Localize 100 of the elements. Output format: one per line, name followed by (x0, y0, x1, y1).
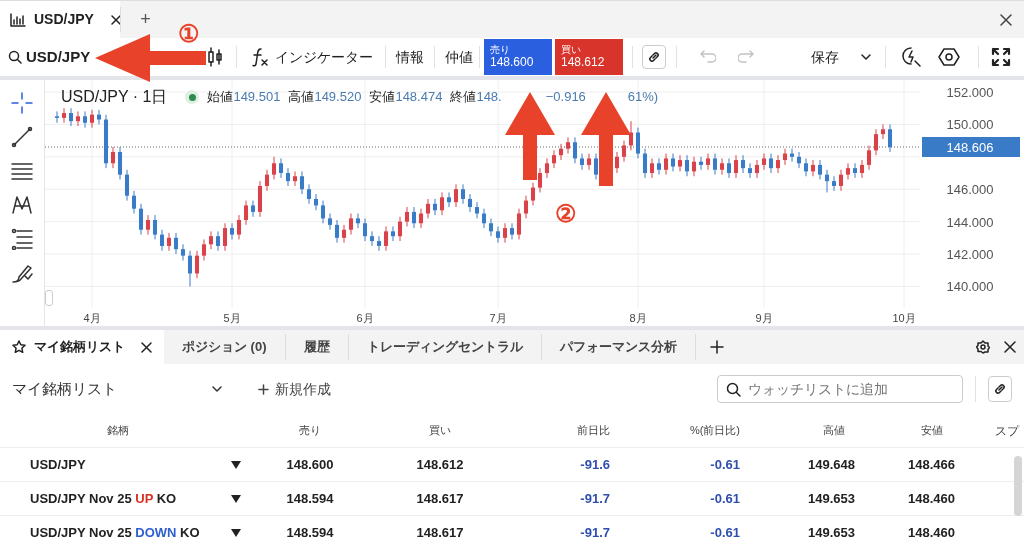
candlestick (166, 232, 172, 252)
info-button[interactable]: 情報 (394, 46, 426, 68)
fibonacci-icon[interactable] (11, 228, 33, 250)
candlestick (187, 250, 193, 287)
search-icon (8, 50, 22, 64)
chart-tab[interactable]: USD/JPY (0, 1, 120, 38)
candlestick (152, 214, 158, 240)
candlestick (208, 230, 214, 250)
column-header[interactable]: スプ (995, 421, 1019, 440)
close-icon[interactable] (141, 341, 152, 353)
lightning-search-icon[interactable] (900, 46, 922, 68)
candlestick-icon[interactable] (208, 47, 222, 67)
close-icon[interactable] (1000, 13, 1012, 26)
table-cell-text: 148.617 (416, 523, 464, 542)
candlestick (642, 148, 648, 179)
watchlist-dropdown[interactable]: マイ銘柄リスト (12, 377, 222, 401)
save-button[interactable]: 保存 (807, 46, 875, 68)
candlestick (481, 208, 487, 229)
candlestick (859, 159, 865, 179)
candlestick (579, 153, 585, 171)
pattern-icon[interactable] (11, 194, 33, 216)
settings-icon[interactable] (976, 340, 990, 354)
candlestick (866, 144, 872, 171)
candlestick (768, 153, 774, 174)
candlestick (740, 154, 746, 174)
candlestick (236, 214, 242, 240)
close-icon[interactable] (109, 13, 122, 26)
panel-tab[interactable]: トレーディングセントラル (348, 334, 542, 360)
symbol-search[interactable]: USD/JPY (0, 45, 95, 69)
symbol-name: USD/JPY Nov 25 UP KO (30, 489, 178, 508)
panel-tab[interactable]: ポジション (0) (164, 334, 286, 360)
close-icon[interactable] (1004, 341, 1016, 353)
candlestick (278, 157, 284, 179)
horizontal-lines-icon[interactable] (11, 160, 33, 182)
candlestick (810, 159, 816, 177)
candlestick (215, 230, 221, 252)
candlestick (719, 157, 725, 176)
chart-title: USD/JPY · 1日 (61, 87, 168, 107)
dropdown-triangle-icon[interactable] (230, 459, 242, 470)
candlestick (453, 183, 459, 208)
add-icon[interactable] (709, 340, 724, 354)
column-header[interactable]: 買い (429, 422, 451, 439)
panel-tab[interactable]: マイ銘柄リスト (0, 330, 164, 364)
candlestick (138, 203, 144, 236)
column-header[interactable]: 高値 (823, 422, 845, 439)
crosshair-icon[interactable] (11, 92, 33, 114)
candlestick (488, 217, 494, 237)
dropdown-triangle-icon[interactable] (230, 527, 242, 538)
table-cell-text: 149.653 (808, 489, 855, 508)
column-header[interactable]: 前日比 (577, 422, 610, 439)
candlestick (635, 127, 641, 159)
candlestick (110, 146, 116, 169)
sell-button[interactable]: 売り 148.600 (484, 39, 552, 75)
dropdown-triangle-icon[interactable] (230, 493, 242, 504)
indicators-button[interactable]: インジケーター (247, 46, 377, 68)
time-label: 10月 (892, 312, 916, 324)
candlestick (369, 230, 375, 247)
table-cell-text: 148.594 (286, 489, 334, 508)
candlestick (229, 222, 235, 240)
new-watchlist-button[interactable]: 新規作成 (258, 378, 331, 400)
price-label: 150.000 (946, 117, 994, 133)
search-field[interactable]: ウォッチリストに追加 (717, 375, 963, 403)
candlestick (705, 153, 711, 171)
collapse-handle[interactable] (45, 290, 53, 306)
candlestick (96, 109, 102, 125)
candlestick (460, 183, 466, 205)
settings-icon[interactable] (938, 46, 960, 68)
candlestick (824, 169, 830, 193)
link-button[interactable] (988, 376, 1012, 402)
candlestick (621, 140, 627, 163)
ref-line-label: 148.606 (946, 139, 994, 155)
mid-price-button[interactable]: 仲値 (443, 46, 475, 68)
link-button[interactable] (642, 45, 666, 69)
trend-line-icon[interactable] (11, 126, 33, 148)
candlestick (75, 110, 81, 127)
column-header[interactable]: 安値 (921, 422, 943, 439)
fullscreen-icon[interactable] (991, 47, 1011, 67)
candlestick (789, 148, 795, 163)
panel-tab[interactable]: 履歴 (285, 334, 349, 360)
candlestick (82, 110, 88, 129)
column-header[interactable]: 売り (299, 422, 321, 439)
ohlc-value: 安値148.474 (369, 88, 443, 107)
brush-icon[interactable] (11, 262, 33, 284)
buy-button[interactable]: 買い 148.612 (555, 39, 623, 75)
scrollbar[interactable] (1014, 456, 1022, 516)
new-tab-button[interactable]: + (120, 7, 170, 32)
candlestick (348, 213, 354, 236)
column-header[interactable]: %(前日比) (689, 422, 740, 439)
candlestick (887, 123, 893, 153)
candlestick (747, 162, 753, 179)
candlestick (306, 183, 312, 205)
table-cell-text: 148.460 (908, 489, 955, 508)
table-cell-text: 148.466 (908, 455, 955, 474)
candlestick (411, 206, 417, 229)
candlestick (852, 162, 858, 179)
candlestick (712, 153, 718, 176)
annotation-number: ① (178, 19, 200, 49)
panel-tab[interactable]: パフォーマンス分析 (541, 334, 696, 360)
candlestick (173, 232, 179, 255)
column-header[interactable]: 銘柄 (107, 422, 129, 439)
